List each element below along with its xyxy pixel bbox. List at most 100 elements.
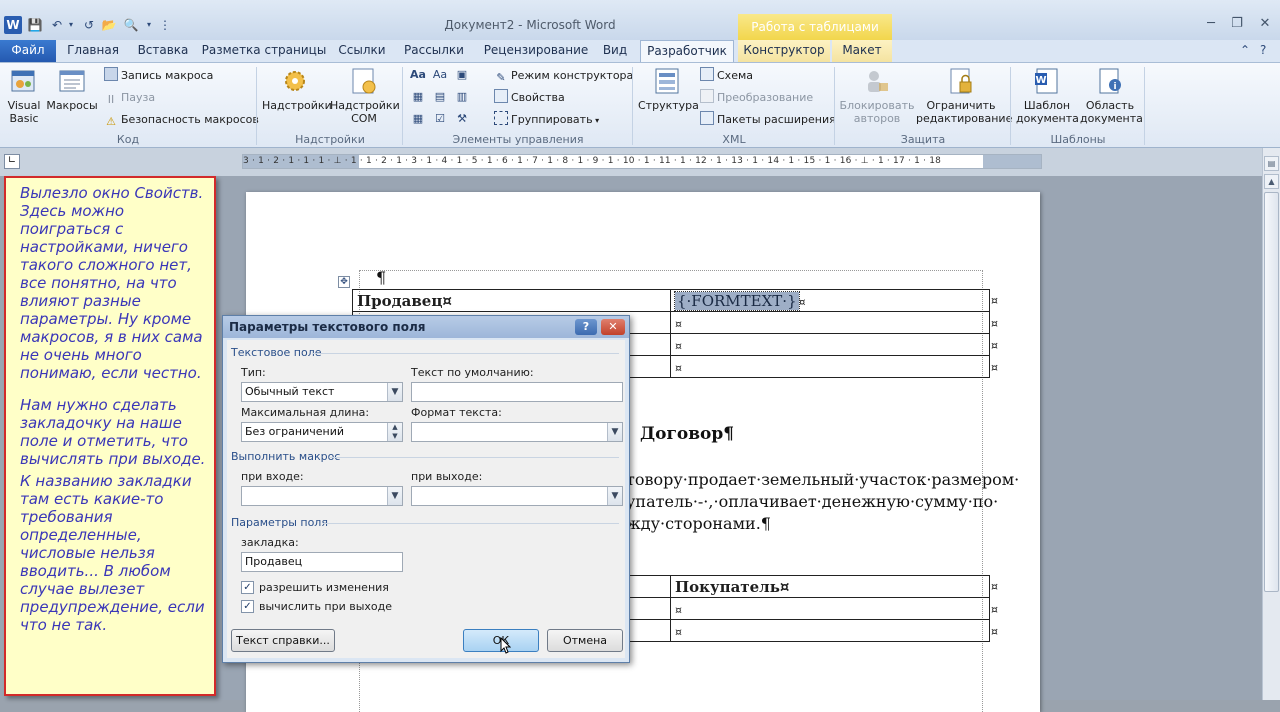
properties-label: Свойства xyxy=(511,91,565,104)
document-template-button[interactable]: W Шаблон документа xyxy=(1016,65,1079,125)
block-authors-icon xyxy=(868,71,888,92)
cancel-button[interactable]: Отмена xyxy=(547,629,623,652)
default-text-label: Текст по умолчанию: xyxy=(411,366,534,379)
seller-cell[interactable]: Продавец¤ xyxy=(352,289,671,312)
design-mode-button[interactable]: ✎ Режим конструктора xyxy=(494,67,633,85)
document-panel-label-2: документа xyxy=(1080,112,1143,125)
cell-end-mark: ¤ xyxy=(675,603,682,617)
combo-box-control-icon[interactable]: ▤ xyxy=(432,89,448,105)
tab-review[interactable]: Рецензирование xyxy=(476,40,596,62)
minimize-icon[interactable]: ─ xyxy=(1198,14,1224,34)
table-cell[interactable]: ¤ xyxy=(670,597,990,620)
tab-layout[interactable]: Макет xyxy=(832,40,892,62)
addins-button[interactable]: Надстройки xyxy=(262,65,332,112)
macro-security-label: Безопасность макросов xyxy=(121,113,259,126)
structure-button[interactable]: Структура xyxy=(638,65,699,112)
section-divider xyxy=(323,523,619,524)
scroll-thumb[interactable] xyxy=(1264,192,1279,592)
restrict-editing-label-2: редактирование xyxy=(916,112,1013,125)
help-text-button[interactable]: Текст справки... xyxy=(231,629,335,652)
document-panel-button[interactable]: i Область документа xyxy=(1080,65,1143,125)
minimize-ribbon-icon[interactable]: ⌃ xyxy=(1240,43,1250,57)
chevron-down-icon[interactable]: ▼ xyxy=(607,423,622,441)
on-entry-select[interactable]: ▼ xyxy=(241,486,403,506)
svg-text:W: W xyxy=(1035,75,1046,86)
on-exit-select[interactable]: ▼ xyxy=(411,486,623,506)
formtext-cell[interactable]: {·FORMTEXT·} ¤ xyxy=(670,289,990,312)
view-ruler-icon[interactable]: ▤ xyxy=(1264,156,1279,171)
spin-buttons-icon[interactable]: ▲ ▼ xyxy=(387,423,402,441)
chevron-down-icon[interactable]: ▼ xyxy=(607,487,622,505)
tab-stop-selector[interactable]: ∟ xyxy=(4,154,20,169)
restore-icon[interactable]: ❐ xyxy=(1224,14,1250,34)
formtext-field[interactable]: {·FORMTEXT·} xyxy=(674,290,800,311)
dialog-help-icon[interactable]: ? xyxy=(575,319,597,335)
note-paragraph-3: К названию закладки там есть какие-то тр… xyxy=(20,472,205,634)
buyer-cell[interactable]: Покупатель¤ xyxy=(670,575,990,598)
design-mode-icon: ✎ xyxy=(496,71,506,84)
note-paragraph-1: Вылезло окно Свойств. Здесь можно поигра… xyxy=(20,184,204,382)
table-cell[interactable]: ¤ xyxy=(670,311,990,334)
tab-page-layout[interactable]: Разметка страницы xyxy=(200,40,328,62)
chevron-down-icon[interactable]: ▼ xyxy=(387,383,402,401)
calculate-on-exit-checkbox[interactable]: ✓ xyxy=(241,600,254,613)
record-macro-button[interactable]: Запись макроса xyxy=(104,67,213,85)
default-text-input[interactable] xyxy=(411,382,623,402)
date-picker-control-icon[interactable]: ▦ xyxy=(410,111,426,127)
horizontal-ruler[interactable]: 3 · 1 · 2 · 1 · 1 · 1 · ⊥ · 1 · 1 · 2 · … xyxy=(242,154,1042,169)
max-length-label: Максимальная длина: xyxy=(241,406,370,419)
properties-button[interactable]: Свойства xyxy=(494,89,565,107)
plain-text-control-icon[interactable]: Aa xyxy=(432,67,448,83)
tab-constructor[interactable]: Конструктор xyxy=(738,40,830,62)
document-template-icon: W xyxy=(1035,68,1058,94)
visual-basic-button[interactable]: Visual Basic xyxy=(4,65,44,125)
tab-insert[interactable]: Вставка xyxy=(130,40,196,62)
vertical-scrollbar[interactable]: ▤ ▲ xyxy=(1262,148,1280,700)
type-select[interactable]: Обычный текст ▼ xyxy=(241,382,403,402)
table-cell[interactable]: ¤ xyxy=(670,333,990,356)
structure-label: Структура xyxy=(638,99,699,112)
group-label: Группировать xyxy=(511,113,593,126)
pause-button[interactable]: II Пауза xyxy=(104,89,155,107)
tab-mailings[interactable]: Рассылки xyxy=(396,40,472,62)
group-button[interactable]: Группировать ▾ xyxy=(494,111,599,129)
transform-button[interactable]: Преобразование xyxy=(700,89,813,107)
row-end-mark: ¤ xyxy=(991,580,998,593)
tab-file[interactable]: Файл xyxy=(0,40,56,62)
dialog-body: Текстовое поле Тип: Обычный текст ▼ Текс… xyxy=(227,340,625,658)
text-format-select[interactable]: ▼ xyxy=(411,422,623,442)
max-length-input[interactable]: Без ограничений ▲ ▼ xyxy=(241,422,403,442)
allow-changes-checkbox[interactable]: ✓ xyxy=(241,581,254,594)
dialog-close-icon[interactable]: ✕ xyxy=(601,319,625,335)
tab-references[interactable]: Ссылки xyxy=(332,40,392,62)
building-block-control-icon[interactable]: ▦ xyxy=(410,89,426,105)
com-addins-button[interactable]: Надстройки COM xyxy=(330,65,400,125)
tab-developer[interactable]: Разработчик xyxy=(640,40,734,62)
rich-text-control-icon[interactable]: Aa xyxy=(410,67,426,83)
macros-label: Макросы xyxy=(46,99,98,112)
close-icon[interactable]: ✕ xyxy=(1252,14,1278,34)
table-cell[interactable]: ¤ xyxy=(670,355,990,378)
help-icon[interactable]: ? xyxy=(1260,43,1266,57)
checkbox-control-icon[interactable]: ☑ xyxy=(432,111,448,127)
gear-icon xyxy=(285,71,305,91)
picture-control-icon[interactable]: ▣ xyxy=(454,67,470,83)
legacy-tools-icon[interactable]: ⚒ xyxy=(454,111,470,127)
tab-view[interactable]: Вид xyxy=(598,40,632,62)
bookmark-input[interactable]: Продавец xyxy=(241,552,403,572)
expansion-packs-button[interactable]: Пакеты расширения xyxy=(700,111,836,129)
tab-home[interactable]: Главная xyxy=(60,40,126,62)
row-end-mark: ¤ xyxy=(991,317,998,330)
scroll-up-icon[interactable]: ▲ xyxy=(1264,174,1279,189)
dropdown-list-control-icon[interactable]: ▥ xyxy=(454,89,470,105)
text-format-label: Формат текста: xyxy=(411,406,502,419)
table-cell[interactable]: ¤ xyxy=(670,619,990,642)
table-move-handle-icon[interactable]: ✥ xyxy=(338,276,350,288)
schema-button[interactable]: Схема xyxy=(700,67,753,85)
restrict-editing-button[interactable]: Ограничить редактирование xyxy=(916,65,1012,125)
dialog-title: Параметры текстового поля xyxy=(223,316,629,338)
macro-security-button[interactable]: ⚠ Безопасность макросов xyxy=(104,111,259,129)
chevron-down-icon[interactable]: ▼ xyxy=(387,487,402,505)
block-authors-button[interactable]: Блокировать авторов xyxy=(838,65,916,125)
macros-button[interactable]: Макросы xyxy=(46,65,98,112)
